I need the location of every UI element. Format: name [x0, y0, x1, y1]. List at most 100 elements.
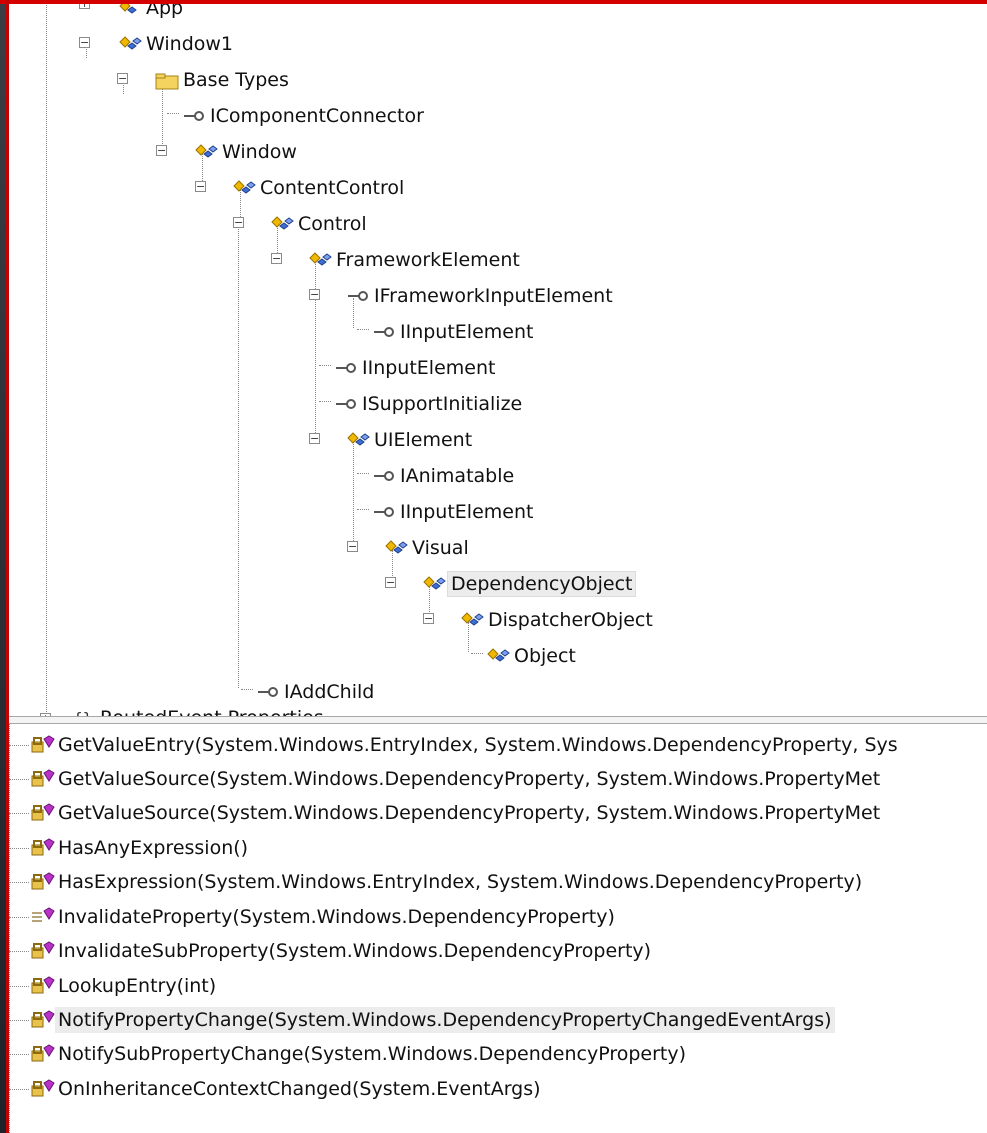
tree-node-label: IAddChild: [284, 681, 375, 703]
list-item[interactable]: InvalidateSubProperty(System.Windows.Dep…: [9, 934, 987, 968]
tree-node-iinputelement[interactable]: IInputElement: [333, 354, 498, 382]
tree-node-label: UIElement: [374, 429, 473, 451]
tree-node-label: App: [146, 4, 184, 19]
member-label: NotifyPropertyChange(System.Windows.Depe…: [55, 1007, 835, 1033]
tree-node-iframeworkinputelement[interactable]: IFrameworkInputElement: [345, 282, 616, 310]
tree-node-label: IInputElement: [400, 501, 534, 523]
members-list[interactable]: GetValueEntry(System.Windows.EntryIndex,…: [9, 724, 987, 1133]
collapse-toggle-window[interactable]: −: [156, 145, 167, 156]
class-icon: [307, 249, 333, 271]
list-item[interactable]: NotifyPropertyChange(System.Windows.Depe…: [9, 1003, 987, 1037]
tree-node-label: Window: [222, 141, 297, 163]
list-item[interactable]: HasAnyExpression(): [9, 831, 987, 865]
list-item[interactable]: NotifySubPropertyChange(System.Windows.D…: [9, 1037, 987, 1071]
collapse-toggle-uielement[interactable]: −: [309, 433, 320, 444]
tree-node-iaddchild[interactable]: IAddChild: [255, 678, 377, 706]
method-icon: [29, 940, 55, 962]
tree-node-isupportinitialize[interactable]: ISupportInitialize: [333, 390, 525, 418]
tree-node-label: Base Types: [183, 69, 289, 91]
collapse-toggle-window1[interactable]: −: [79, 37, 90, 48]
tree-node-label: Control: [298, 213, 367, 235]
collapse-toggle-contentcontrol[interactable]: −: [195, 181, 206, 192]
class-icon: [193, 141, 219, 163]
tree-node-visual[interactable]: Visual: [383, 534, 472, 562]
tree-node-icomponentconnector[interactable]: IComponentConnector: [181, 102, 427, 130]
tree-node-iinputelement[interactable]: IInputElement: [371, 318, 536, 346]
collapse-toggle-control[interactable]: −: [233, 217, 244, 228]
tree-node-dispatcherobject[interactable]: DispatcherObject: [459, 606, 656, 634]
method-icon: [29, 1078, 55, 1100]
tree-node-label: FrameworkElement: [336, 249, 520, 271]
list-item[interactable]: InvalidateProperty(System.Windows.Depend…: [9, 900, 987, 934]
member-label: InvalidateProperty(System.Windows.Depend…: [58, 906, 615, 928]
tree-node-ianimatable[interactable]: IAnimatable: [371, 462, 517, 490]
member-label: NotifySubPropertyChange(System.Windows.D…: [58, 1043, 687, 1065]
tree-node-base-types[interactable]: Base Types: [154, 66, 292, 94]
list-item[interactable]: GetValueSource(System.Windows.Dependency…: [9, 796, 987, 830]
type-hierarchy-tree[interactable]: + − − − − − − − − − − − + App Window1 Ba…: [9, 4, 987, 716]
tree-node-iinputelement[interactable]: IInputElement: [371, 498, 536, 526]
list-item[interactable]: HasExpression(System.Windows.EntryIndex,…: [9, 865, 987, 899]
tree-node-dependencyobject[interactable]: DependencyObject: [421, 570, 637, 598]
method-icon: [29, 1043, 55, 1065]
list-item[interactable]: OnInheritanceContextChanged(System.Event…: [9, 1072, 987, 1106]
tree-node-routedevent-properties[interactable]: {} RoutedEvent Properties: [71, 704, 327, 716]
tree-node-uielement[interactable]: UIElement: [345, 426, 475, 454]
pane-splitter[interactable]: [9, 716, 987, 724]
folder-icon: [154, 69, 180, 91]
member-label: InvalidateSubProperty(System.Windows.Dep…: [58, 940, 652, 962]
list-item[interactable]: GetValueSource(System.Windows.Dependency…: [9, 762, 987, 796]
tree-node-label: IInputElement: [362, 357, 496, 379]
tree-node-app[interactable]: App: [117, 4, 186, 22]
class-icon: [383, 537, 409, 559]
list-item[interactable]: LookupEntry(int): [9, 969, 987, 1003]
tree-node-window1[interactable]: Window1: [117, 30, 236, 58]
class-icon: [485, 645, 511, 667]
tree-node-window[interactable]: Window: [193, 138, 300, 166]
class-icon: [459, 609, 485, 631]
interface-icon: [371, 321, 397, 343]
collapse-toggle-visual[interactable]: −: [347, 541, 358, 552]
class-icon: [117, 33, 143, 55]
interface-icon: [371, 501, 397, 523]
member-label: LookupEntry(int): [58, 975, 217, 997]
object-browser-panel: + − − − − − − − − − − − + App Window1 Ba…: [9, 4, 987, 1133]
tree-node-control[interactable]: Control: [269, 210, 370, 238]
svg-text:{}: {}: [73, 709, 92, 716]
tree-node-contentcontrol[interactable]: ContentControl: [231, 174, 407, 202]
member-label: OnInheritanceContextChanged(System.Event…: [58, 1078, 541, 1100]
class-icon: [269, 213, 295, 235]
class-icon: [117, 4, 143, 19]
interface-icon: [181, 105, 207, 127]
member-label: GetValueSource(System.Windows.Dependency…: [58, 802, 881, 824]
method-icon: [29, 802, 55, 824]
member-label: HasExpression(System.Windows.EntryIndex,…: [58, 871, 863, 893]
collapse-toggle-dependencyobject[interactable]: −: [385, 577, 396, 588]
interface-icon: [255, 681, 281, 703]
class-icon: [231, 177, 257, 199]
expand-toggle-app[interactable]: +: [79, 4, 90, 9]
tree-node-label: IFrameworkInputElement: [374, 285, 613, 307]
tree-node-label: ContentControl: [260, 177, 405, 199]
collapse-toggle-frameworkelement[interactable]: −: [271, 253, 282, 264]
interface-icon: [333, 393, 359, 415]
tree-node-label: ISupportInitialize: [362, 393, 523, 415]
public-method-icon: [29, 906, 55, 928]
tree-node-label: Visual: [412, 537, 469, 559]
tree-node-label: IInputElement: [400, 321, 534, 343]
list-item[interactable]: GetValueEntry(System.Windows.EntryIndex,…: [9, 728, 987, 762]
tree-node-label: Object: [514, 645, 576, 667]
tree-node-frameworkelement[interactable]: FrameworkElement: [307, 246, 523, 274]
tree-node-label: RoutedEvent Properties: [97, 705, 327, 716]
tree-node-label: DispatcherObject: [488, 609, 653, 631]
collapse-toggle-iframeworkinputelement[interactable]: −: [309, 289, 320, 300]
tree-node-object[interactable]: Object: [485, 642, 579, 670]
collapse-toggle-base-types[interactable]: −: [117, 73, 128, 84]
method-icon: [29, 975, 55, 997]
collapse-toggle-dispatcherobject[interactable]: −: [423, 613, 434, 624]
method-icon: [29, 871, 55, 893]
interface-icon: [345, 285, 371, 307]
method-icon: [29, 1009, 55, 1031]
method-icon: [29, 734, 55, 756]
tree-node-label: Window1: [146, 33, 234, 55]
